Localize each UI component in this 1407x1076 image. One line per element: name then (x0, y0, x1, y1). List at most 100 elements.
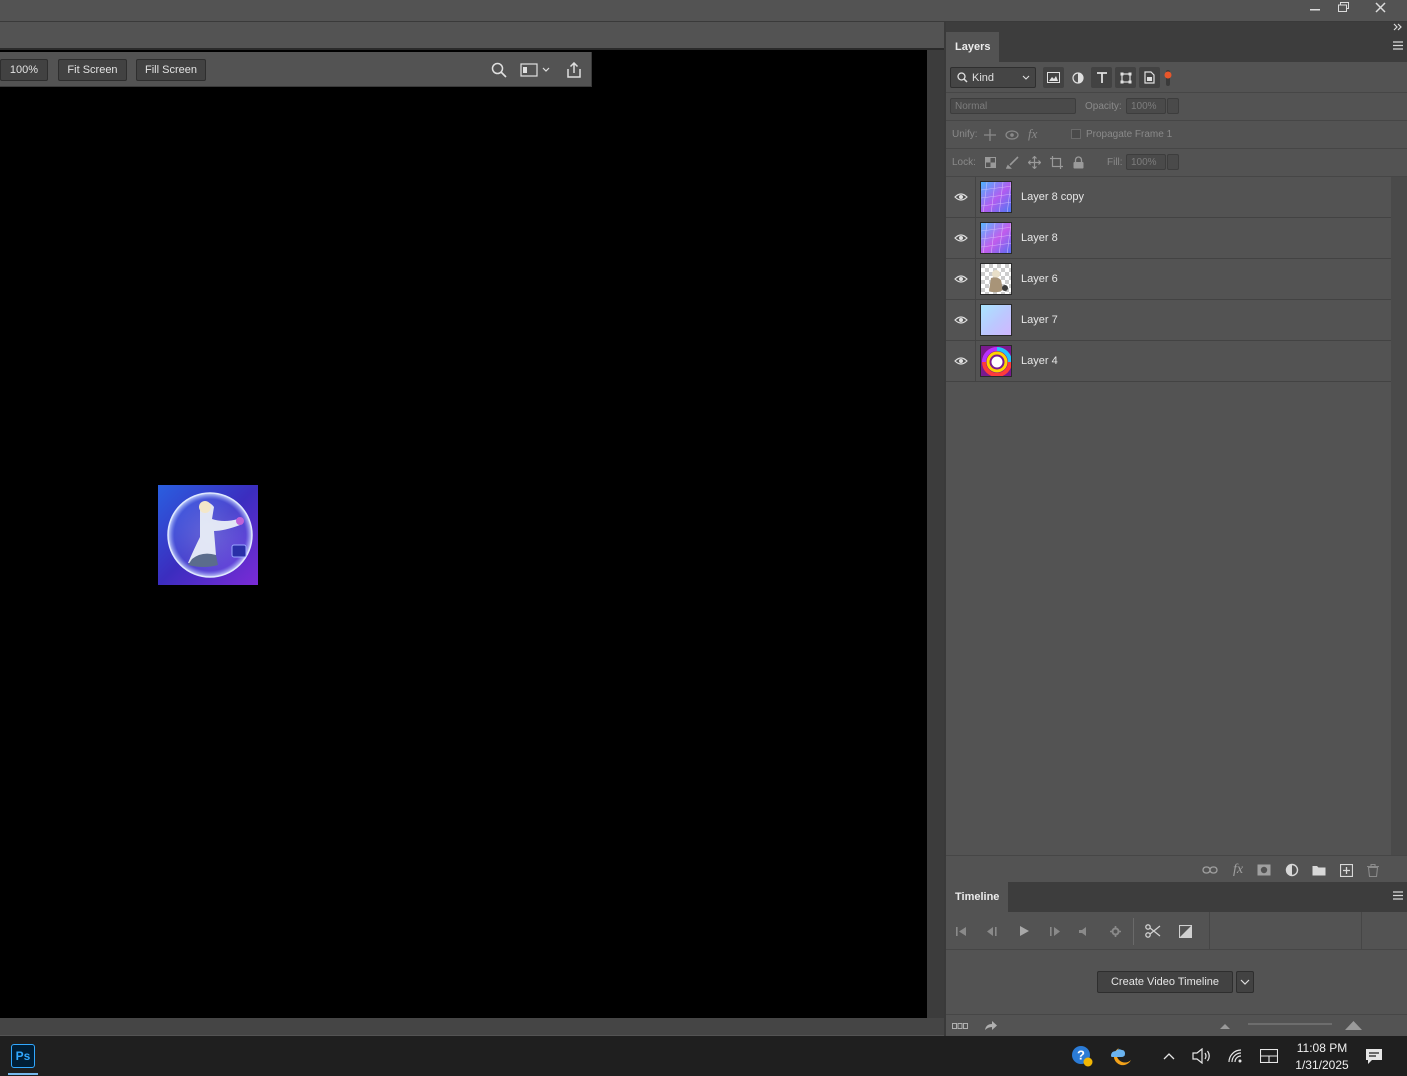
create-video-timeline-button[interactable]: Create Video Timeline (1097, 971, 1233, 993)
filter-adjustment-icon[interactable] (1067, 67, 1088, 88)
show-hidden-icons-chevron-icon[interactable] (1158, 1046, 1180, 1066)
timeline-footer (946, 1014, 1407, 1036)
lock-position-icon[interactable] (1028, 156, 1041, 169)
visibility-eye-icon[interactable] (946, 259, 976, 299)
layer-row[interactable]: Layer 6 (946, 259, 1391, 300)
audio-icon[interactable] (1075, 923, 1091, 939)
blend-mode-row: Normal Opacity: 100% (946, 93, 1407, 121)
keyboard-layout-icon[interactable] (1258, 1046, 1280, 1066)
chevron-down-icon (1022, 75, 1030, 80)
options-bar (0, 22, 944, 50)
link-layers-icon[interactable] (1202, 862, 1218, 878)
trash-icon[interactable] (1365, 862, 1381, 878)
render-video-icon[interactable] (984, 1020, 998, 1031)
settings-gear-icon[interactable] (1107, 923, 1123, 939)
layers-panel-header: Layers (946, 32, 1407, 62)
photoshop-app-icon[interactable]: Ps (11, 1044, 35, 1068)
active-app-indicator (8, 1073, 38, 1075)
layer-name[interactable]: Layer 7 (1021, 314, 1058, 326)
panel-menu-icon[interactable] (1393, 41, 1403, 51)
weather-icon[interactable] (1109, 1046, 1131, 1066)
minimize-button[interactable] (1301, 0, 1329, 14)
filter-type-icon[interactable] (1091, 67, 1112, 88)
zoom-in-mountain-icon[interactable] (1345, 1020, 1362, 1030)
blend-mode-select[interactable]: Normal (950, 98, 1076, 114)
filter-shape-icon[interactable] (1115, 67, 1136, 88)
timeline-type-dropdown[interactable] (1236, 971, 1254, 993)
layer-name[interactable]: Layer 8 (1021, 232, 1058, 244)
layer-row[interactable]: Layer 4 (946, 341, 1391, 382)
opacity-field[interactable]: 100% (1126, 98, 1166, 114)
layer-name[interactable]: Layer 8 copy (1021, 191, 1084, 203)
opacity-dropdown[interactable] (1167, 98, 1179, 114)
unify-visibility-icon[interactable] (1005, 128, 1019, 142)
lock-artboard-icon[interactable] (1050, 156, 1063, 169)
document-canvas[interactable] (0, 50, 927, 1018)
lock-image-pixels-icon[interactable] (1006, 156, 1019, 169)
restore-button[interactable] (1329, 0, 1357, 14)
help-icon[interactable]: ? (1071, 1046, 1093, 1067)
system-clock[interactable]: 11:08 PM 1/31/2025 (1290, 1040, 1354, 1074)
next-frame-icon[interactable] (1047, 923, 1063, 939)
propagate-checkbox[interactable] (1071, 129, 1081, 139)
fill-screen-button[interactable]: Fill Screen (136, 59, 206, 81)
frame-animation-icon[interactable] (952, 1023, 968, 1029)
workspace-layout-icon[interactable] (518, 60, 540, 80)
unify-style-icon[interactable]: fx (1028, 126, 1037, 142)
new-group-folder-icon[interactable] (1311, 862, 1327, 878)
volume-icon[interactable] (1191, 1046, 1213, 1066)
play-icon[interactable] (1016, 923, 1032, 939)
minimize-icon (1310, 9, 1320, 11)
transition-icon[interactable] (1177, 923, 1193, 939)
notifications-icon[interactable] (1363, 1046, 1385, 1066)
layer-row[interactable]: Layer 8 copy (946, 177, 1391, 218)
adjustment-layer-icon[interactable] (1284, 862, 1300, 878)
tab-layers[interactable]: Layers (946, 32, 1000, 62)
close-icon (1374, 1, 1386, 13)
layer-name[interactable]: Layer 4 (1021, 355, 1058, 367)
unify-position-icon[interactable] (983, 128, 997, 142)
share-icon[interactable] (563, 60, 585, 80)
filter-kind-select[interactable]: Kind (950, 67, 1036, 88)
filter-smart-object-icon[interactable] (1139, 67, 1160, 88)
visibility-eye-icon[interactable] (946, 177, 976, 217)
zoom-percent-button[interactable]: 100% (0, 59, 48, 81)
fill-field[interactable]: 100% (1126, 154, 1166, 170)
layer-row[interactable]: Layer 8 (946, 218, 1391, 259)
double-chevron-right-icon[interactable] (1393, 23, 1402, 31)
canvas-horizontal-scrollbar[interactable] (0, 1018, 944, 1035)
fill-dropdown[interactable] (1167, 154, 1179, 170)
add-mask-icon[interactable] (1256, 862, 1272, 878)
visibility-eye-icon[interactable] (946, 300, 976, 340)
chevron-down-icon[interactable] (540, 60, 552, 80)
fit-screen-button[interactable]: Fit Screen (58, 59, 127, 81)
zoom-out-mountain-icon[interactable] (1220, 1023, 1230, 1029)
layer-name[interactable]: Layer 6 (1021, 273, 1058, 285)
go-to-first-frame-icon[interactable] (953, 923, 969, 939)
layers-scrollbar[interactable] (1391, 177, 1407, 855)
canvas-vertical-scrollbar[interactable] (927, 50, 944, 1018)
split-scissors-icon[interactable] (1145, 923, 1161, 939)
lock-all-icon[interactable] (1073, 156, 1084, 169)
filter-pixel-icon[interactable] (1043, 67, 1064, 88)
visibility-eye-icon[interactable] (946, 218, 976, 258)
wifi-icon[interactable] (1225, 1046, 1247, 1066)
layer-style-fx-icon[interactable]: fx (1230, 862, 1246, 878)
layer-row[interactable]: Layer 7 (946, 300, 1391, 341)
svg-text:?: ? (1077, 1048, 1085, 1063)
panel-menu-icon[interactable] (1393, 891, 1403, 901)
lock-transparent-icon[interactable] (985, 157, 996, 168)
previous-frame-icon[interactable] (984, 923, 1000, 939)
filter-toggle-icon[interactable] (1162, 67, 1174, 88)
search-icon[interactable] (488, 60, 510, 80)
windows-taskbar: Ps ? 11:08 PM 1/31/2025 (0, 1036, 1407, 1076)
canvas-artwork (158, 485, 258, 585)
tab-timeline[interactable]: Timeline (946, 882, 1009, 912)
panel-collapse-bar[interactable] (946, 22, 1407, 32)
visibility-eye-icon[interactable] (946, 341, 976, 381)
close-button[interactable] (1366, 0, 1394, 14)
clock-time: 11:08 PM (1296, 1041, 1348, 1055)
new-layer-icon[interactable] (1338, 862, 1354, 878)
timeline-zoom-slider[interactable] (1248, 1023, 1332, 1025)
clock-date: 1/31/2025 (1295, 1058, 1349, 1072)
